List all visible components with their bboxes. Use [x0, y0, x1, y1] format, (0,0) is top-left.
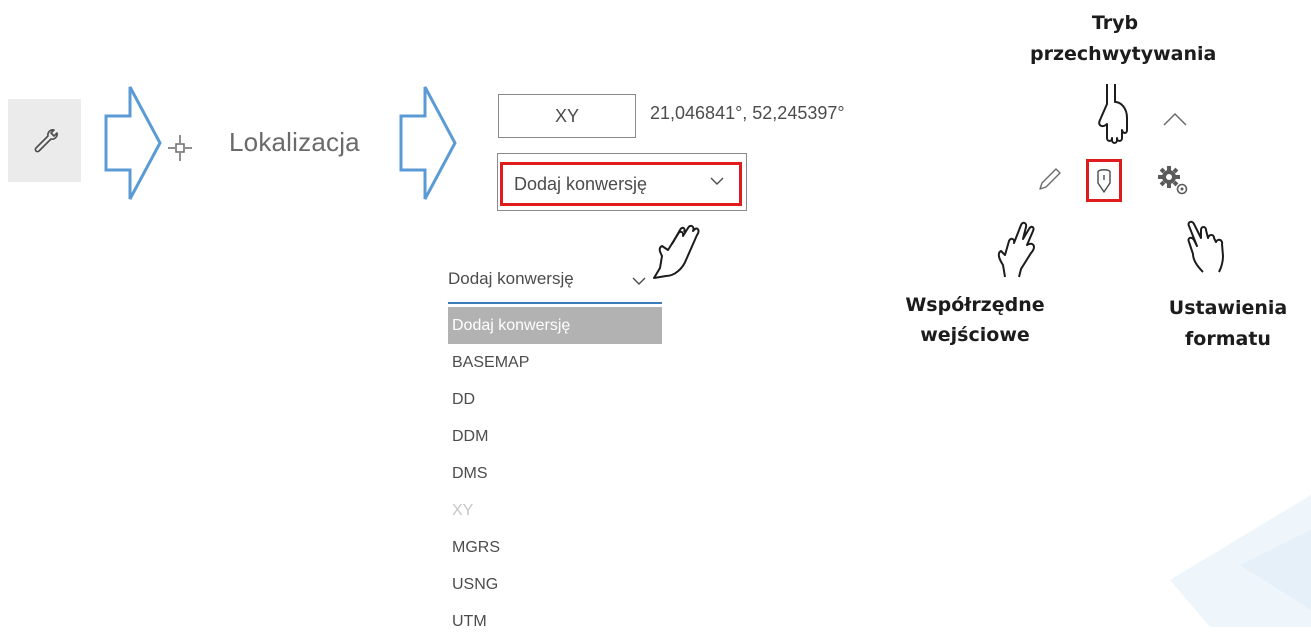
add-conversion-label: Dodaj konwersję	[514, 174, 648, 194]
chevron-up-icon[interactable]	[1162, 111, 1188, 127]
format-button[interactable]: XY	[498, 94, 636, 138]
gears-icon[interactable]	[1157, 165, 1191, 197]
map-pin-icon	[1097, 169, 1111, 193]
conversion-dropdown-label: Dodaj konwersję	[448, 269, 574, 288]
wrench-icon	[34, 129, 58, 153]
pointing-hand-icon	[1187, 220, 1224, 273]
option-mgrs[interactable]: MGRS	[448, 529, 662, 566]
location-label: Lokalizacja	[229, 127, 360, 157]
pencil-icon[interactable]	[1037, 166, 1063, 192]
option-usng[interactable]: USNG	[448, 566, 662, 603]
annotation-format-settings: Ustawienia formatu	[1168, 297, 1288, 350]
decorative-watermark	[1170, 495, 1311, 627]
dropdown-focus-underline	[448, 302, 662, 304]
option-basemap[interactable]: BASEMAP	[448, 344, 662, 381]
conversion-options-list: Dodaj konwersję BASEMAP DD DDM DMS XY MG…	[448, 307, 662, 640]
capture-mode-button[interactable]	[1086, 159, 1122, 202]
flow-arrow-icon	[104, 86, 162, 200]
add-conversion-select[interactable]: Dodaj konwersję	[500, 162, 742, 206]
option-dd[interactable]: DD	[448, 381, 662, 418]
flow-arrow-icon	[399, 86, 457, 200]
crosshair-icon	[168, 135, 192, 161]
location-tool-button[interactable]	[8, 99, 81, 182]
option-add-conversion[interactable]: Dodaj konwersję	[448, 307, 662, 344]
annotation-capture-mode: Tryb przechwytywania	[1030, 12, 1217, 65]
coordinate-value: 21,046841°, 52,245397°	[650, 103, 845, 123]
option-utm[interactable]: UTM	[448, 603, 662, 640]
pointing-hand-down-icon	[1098, 84, 1128, 144]
chevron-down-icon	[632, 277, 646, 285]
conversion-dropdown-open[interactable]: Dodaj konwersję	[448, 264, 662, 304]
option-xy: XY	[452, 502, 474, 519]
chevron-down-icon	[710, 177, 724, 185]
annotation-input-coordinates: Współrzędne wejściowe	[905, 294, 1045, 346]
option-dms[interactable]: DMS	[448, 455, 662, 492]
option-ddm[interactable]: DDM	[448, 418, 662, 455]
pointing-hand-icon	[997, 221, 1035, 278]
